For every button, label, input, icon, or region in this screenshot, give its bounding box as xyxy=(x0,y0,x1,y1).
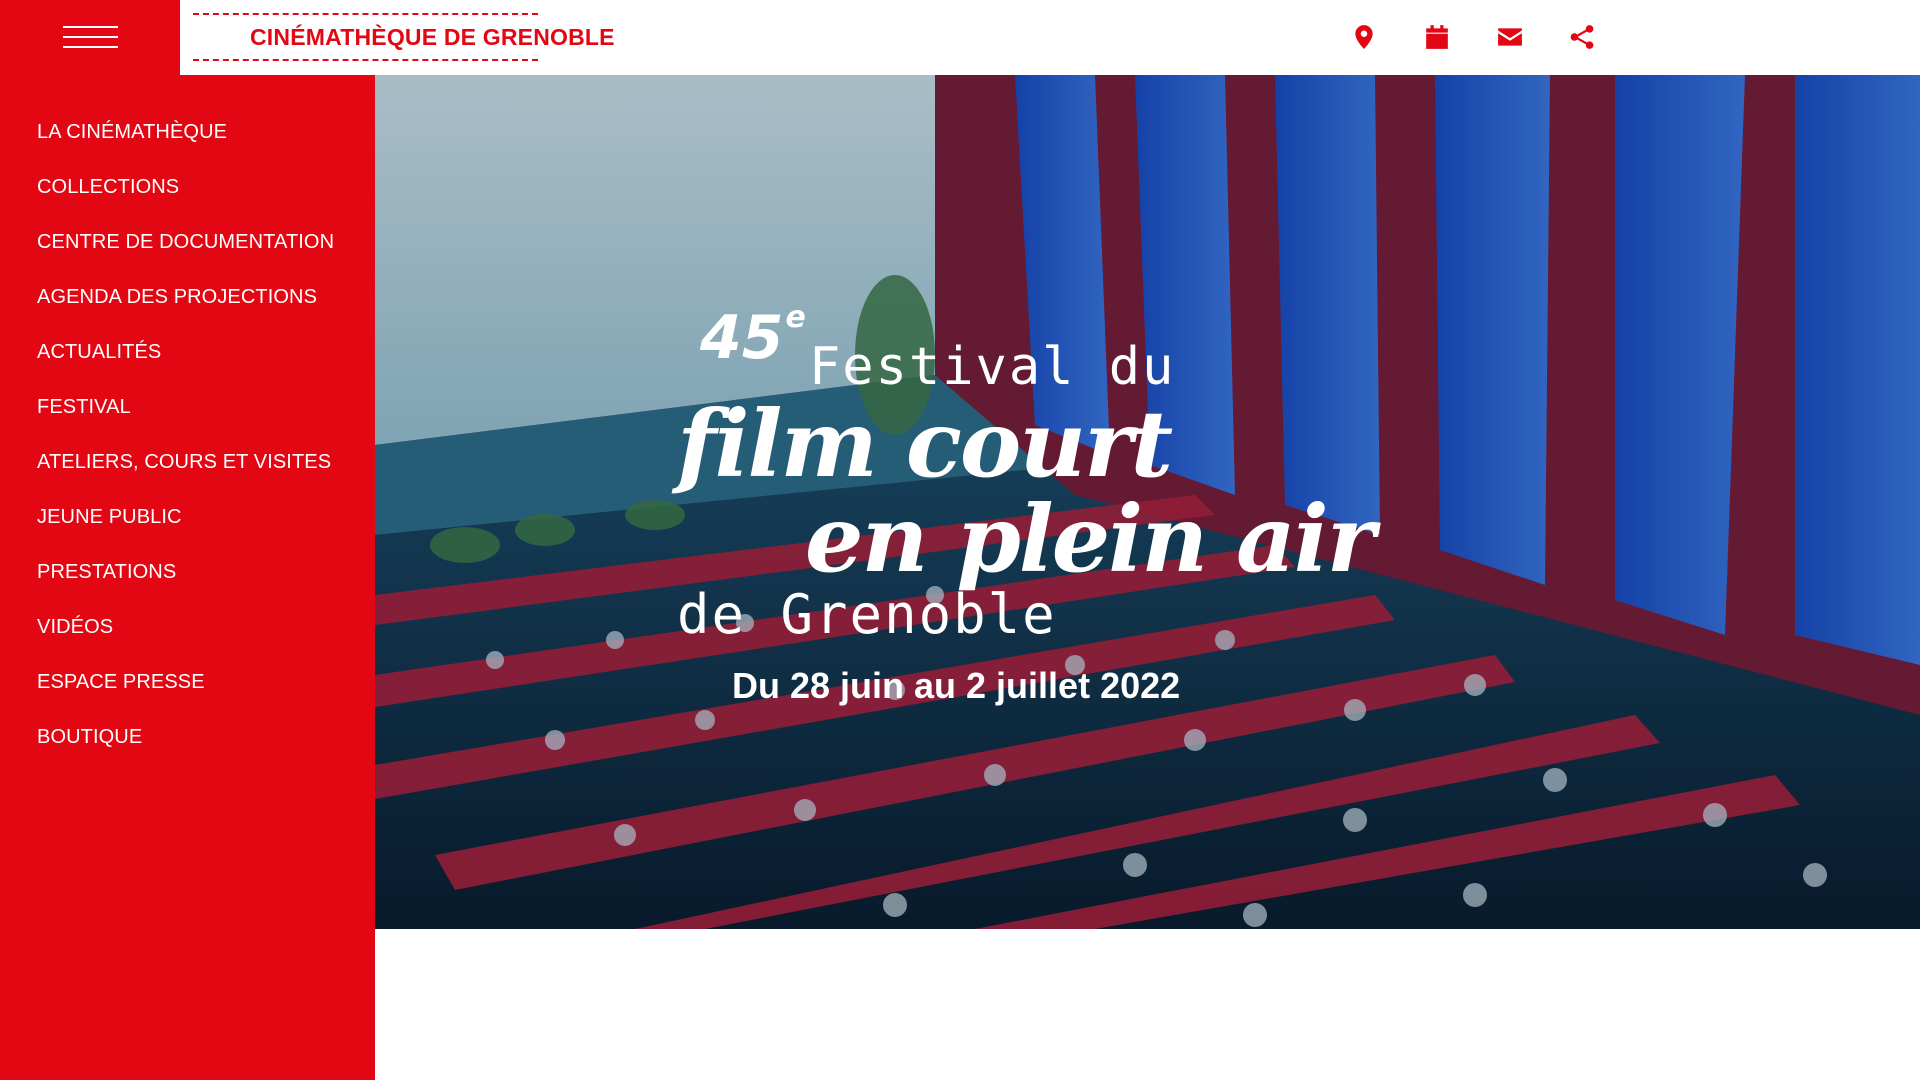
hero-dates: Du 28 juin au 2 juillet 2022 xyxy=(732,665,1181,706)
edition-suffix: e xyxy=(785,300,806,335)
sidebar-item-la-cinematheque[interactable]: LA CINÉMATHÈQUE xyxy=(37,121,227,144)
hero-title-line3: en plein air xyxy=(805,485,1375,593)
menu-toggle-button[interactable] xyxy=(0,0,180,75)
hamburger-icon xyxy=(63,26,118,48)
share-icon[interactable] xyxy=(1567,22,1597,52)
sidebar-item-agenda-projections[interactable]: AGENDA DES PROJECTIONS xyxy=(37,286,317,309)
hero-text-overlay: 45e Festival du film court en plein air … xyxy=(375,75,1920,929)
site-logo[interactable]: CINÉMATHÈQUE DE GRENOBLE xyxy=(190,10,615,64)
sidebar-nav: LA CINÉMATHÈQUE COLLECTIONS CENTRE DE DO… xyxy=(0,75,375,1080)
sidebar-item-videos[interactable]: VIDÉOS xyxy=(37,616,113,639)
sidebar-item-prestations[interactable]: PRESTATIONS xyxy=(37,561,176,584)
hero-title-line2: film court xyxy=(677,390,1173,498)
sidebar-item-centre-documentation[interactable]: CENTRE DE DOCUMENTATION xyxy=(37,231,334,254)
sidebar-item-actualites[interactable]: ACTUALITÉS xyxy=(37,341,161,364)
sidebar-item-ateliers[interactable]: ATELIERS, COURS ET VISITES xyxy=(37,451,331,474)
logo-text: CINÉMATHÈQUE DE GRENOBLE xyxy=(250,24,615,50)
hero-title-line1: Festival du xyxy=(809,337,1176,397)
hero-title-line4: de Grenoble xyxy=(677,583,1057,646)
calendar-icon[interactable] xyxy=(1422,22,1452,52)
edition-number: 45e xyxy=(700,300,806,373)
sidebar-item-festival[interactable]: FESTIVAL xyxy=(37,396,131,419)
top-header: CINÉMATHÈQUE DE GRENOBLE xyxy=(0,0,1920,75)
map-marker-icon[interactable] xyxy=(1349,22,1379,52)
sidebar-item-collections[interactable]: COLLECTIONS xyxy=(37,176,179,199)
hero-banner[interactable]: 45e Festival du film court en plein air … xyxy=(375,75,1920,929)
edition-number-value: 45 xyxy=(700,303,784,373)
sidebar-item-espace-presse[interactable]: ESPACE PRESSE xyxy=(37,671,205,694)
envelope-icon[interactable] xyxy=(1495,22,1525,52)
sidebar-item-boutique[interactable]: BOUTIQUE xyxy=(37,726,142,749)
sidebar-item-jeune-public[interactable]: JEUNE PUBLIC xyxy=(37,506,182,529)
